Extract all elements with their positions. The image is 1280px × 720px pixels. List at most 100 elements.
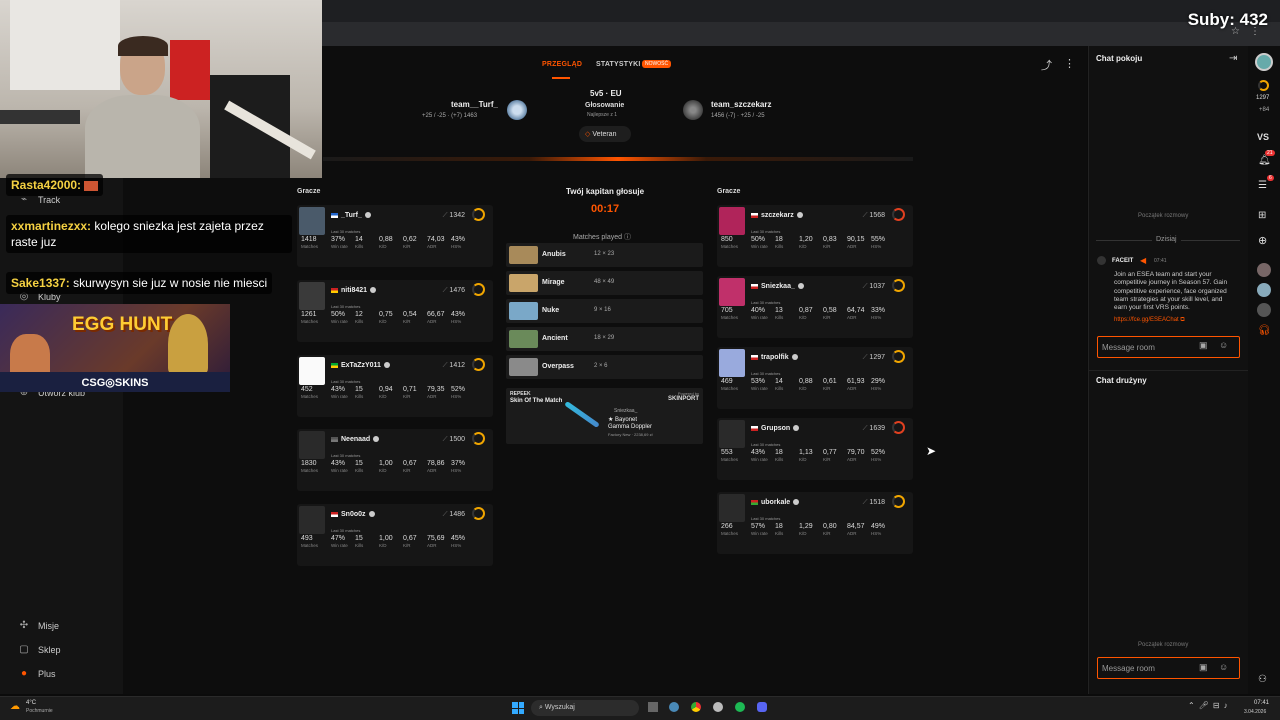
support-icon[interactable]: 🎧︎: [1258, 325, 1271, 336]
player-avatar[interactable]: [719, 494, 745, 522]
stat-label: K/R: [823, 457, 831, 462]
cat-icon[interactable]: ⚇: [1258, 674, 1267, 685]
nav-plus[interactable]: ● Plus: [18, 668, 56, 679]
emoji-icon[interactable]: ☺: [1219, 340, 1228, 350]
task-view-icon[interactable]: [648, 702, 658, 712]
stat-label: K/D: [799, 244, 807, 249]
player-nick[interactable]: Sn0o0z: [331, 511, 375, 518]
add-friend-icon[interactable]: ⊕: [1258, 234, 1267, 247]
profile-avatar[interactable]: [1255, 53, 1273, 71]
stat-cell: 66,67 ADR: [427, 311, 451, 324]
player-card[interactable]: ExTaZzY011 ⟋ 1412 Last 30 matches 452 Matche…: [297, 355, 493, 417]
player-nick[interactable]: trapolfik: [751, 354, 798, 361]
stat-cell: 0,77 K/R: [823, 449, 847, 462]
stat-cell: 55% HS%: [871, 236, 895, 249]
player-nick[interactable]: Neenaad: [331, 436, 380, 443]
player-nick[interactable]: Sniezkaa_: [751, 283, 804, 290]
tab-stats[interactable]: STATYSTYKI: [596, 61, 641, 68]
last-matches-label: Last 30 matches: [331, 528, 361, 533]
stat-value: 0,88: [379, 236, 393, 243]
vs-icon[interactable]: VS: [1257, 132, 1269, 142]
steam-icon[interactable]: [669, 702, 679, 712]
stat-cell: 0,83 K/R: [823, 236, 847, 249]
player-avatar[interactable]: [719, 420, 745, 448]
player-avatar[interactable]: [719, 207, 745, 235]
friend-avatar-3[interactable]: [1257, 303, 1271, 317]
stat-label: K/D: [379, 319, 387, 324]
tab-overview[interactable]: PRZEGLĄD: [542, 61, 582, 68]
friends-icon[interactable]: ☰: [1258, 180, 1267, 191]
spotify-icon[interactable]: [735, 702, 745, 712]
discord-icon[interactable]: [757, 702, 767, 712]
player-nick[interactable]: _Turf_: [331, 212, 371, 219]
player-avatar[interactable]: [299, 357, 325, 385]
map-row[interactable]: Nuke 9 × 16: [506, 299, 703, 323]
tray-icons[interactable]: ⌃🎤︎⊟♪: [1188, 701, 1232, 710]
player-avatar[interactable]: [299, 506, 325, 534]
share-icon[interactable]: ⤴: [1041, 57, 1052, 73]
match-mode: 5v5 · EU: [590, 89, 622, 98]
windows-start-icon[interactable]: [512, 702, 524, 714]
stat-value: 0,61: [823, 378, 837, 385]
stat-label: Win rate: [331, 244, 348, 249]
party-icon[interactable]: ⊞: [1258, 210, 1266, 221]
map-row[interactable]: Ancient 18 × 29: [506, 327, 703, 351]
stat-value: 0,75: [379, 311, 393, 318]
player-card[interactable]: szczekarz ⟋ 1568 Last 30 matches 850 Matches…: [717, 205, 913, 267]
speaker: [210, 75, 290, 178]
player-nick-text: ExTaZzY011: [341, 362, 381, 369]
friend-avatar-2[interactable]: [1257, 283, 1271, 297]
image-icon[interactable]: ▣: [1199, 340, 1208, 351]
player-avatar[interactable]: [719, 278, 745, 306]
stat-value: 75,69: [427, 535, 445, 542]
player-card[interactable]: trapolfik ⟋ 1297 Last 30 matches 469 Matches…: [717, 347, 913, 409]
map-row[interactable]: Overpass 2 × 6: [506, 355, 703, 379]
player-nick[interactable]: szczekarz: [751, 212, 803, 219]
stat-cell: 40% Win rate: [751, 307, 775, 320]
stat-value: 18: [775, 449, 783, 456]
player-card[interactable]: _Turf_ ⟋ 1342 Last 30 matches 1418 Matches 37…: [297, 205, 493, 267]
player-nick[interactable]: niti8421: [331, 287, 377, 294]
player-card[interactable]: Neenaad ⟋ 1500 Last 30 matches 1830 Matches 4…: [297, 429, 493, 491]
nav-missions[interactable]: ✣ Misje: [18, 620, 59, 631]
obs-icon[interactable]: [713, 702, 723, 712]
map-row[interactable]: Anubis 12 × 23: [506, 243, 703, 267]
player-nick[interactable]: uborkale: [751, 499, 800, 506]
bell-icon[interactable]: 🔔︎: [1258, 155, 1271, 166]
image-icon[interactable]: ▣: [1199, 662, 1208, 673]
stat-label: HS%: [451, 244, 462, 249]
menu-icon[interactable]: ⋮: [1250, 26, 1260, 37]
player-card[interactable]: niti8421 ⟋ 1476 Last 30 matches 1261 Matches…: [297, 280, 493, 342]
player-avatar[interactable]: [719, 349, 745, 377]
stat-value: 1,00: [379, 535, 393, 542]
stat-label: HS%: [451, 468, 462, 473]
player-card[interactable]: Grupson ⟋ 1639 Last 30 matches 553 Matches 43…: [717, 418, 913, 480]
emoji-icon[interactable]: ☺: [1219, 662, 1228, 672]
player-nick[interactable]: Grupson: [751, 425, 800, 432]
map-thumbnail: [509, 330, 538, 348]
more-icon[interactable]: ⋮: [1064, 57, 1075, 70]
stat-label: Win rate: [331, 394, 348, 399]
map-row[interactable]: Mirage 48 × 49: [506, 271, 703, 295]
stat-value: 45%: [451, 535, 466, 542]
collapse-icon[interactable]: ⇥: [1229, 53, 1237, 64]
nav-shop[interactable]: ▢ Sklep: [18, 644, 60, 655]
taskbar-search[interactable]: ⌕ Wyszukaj: [531, 700, 639, 716]
player-avatar[interactable]: [299, 207, 325, 235]
friend-avatar-1[interactable]: [1257, 263, 1271, 277]
stat-value: 37%: [331, 236, 346, 243]
player-card[interactable]: Sn0o0z ⟋ 1486 Last 30 matches 493 Matches 47%…: [297, 504, 493, 566]
stat-cell: 1418 Matches: [301, 236, 331, 249]
chrome-icon[interactable]: [691, 702, 701, 712]
player-avatar[interactable]: [299, 282, 325, 310]
player-nick[interactable]: ExTaZzY011: [331, 362, 390, 369]
country-flag-icon: [331, 436, 338, 442]
player-stats: 452 Matches 43% Win rate 15 Kills 0,94 K/D 0,71 K…: [301, 386, 475, 399]
message-link[interactable]: https://fce.gg/ESEAChat ⧉: [1114, 317, 1185, 324]
player-card[interactable]: Sniezkaa_ ⟋ 1037 Last 30 matches 705 Matches…: [717, 276, 913, 338]
star-icon[interactable]: ☆: [1231, 26, 1240, 37]
skin-of-the-match[interactable]: REPEEK Skin Of The Match Powered by SKIN…: [506, 388, 703, 444]
stat-value: 49%: [871, 523, 886, 530]
player-avatar[interactable]: [299, 431, 325, 459]
player-card[interactable]: uborkale ⟋ 1518 Last 30 matches 266 Matches 5…: [717, 492, 913, 554]
